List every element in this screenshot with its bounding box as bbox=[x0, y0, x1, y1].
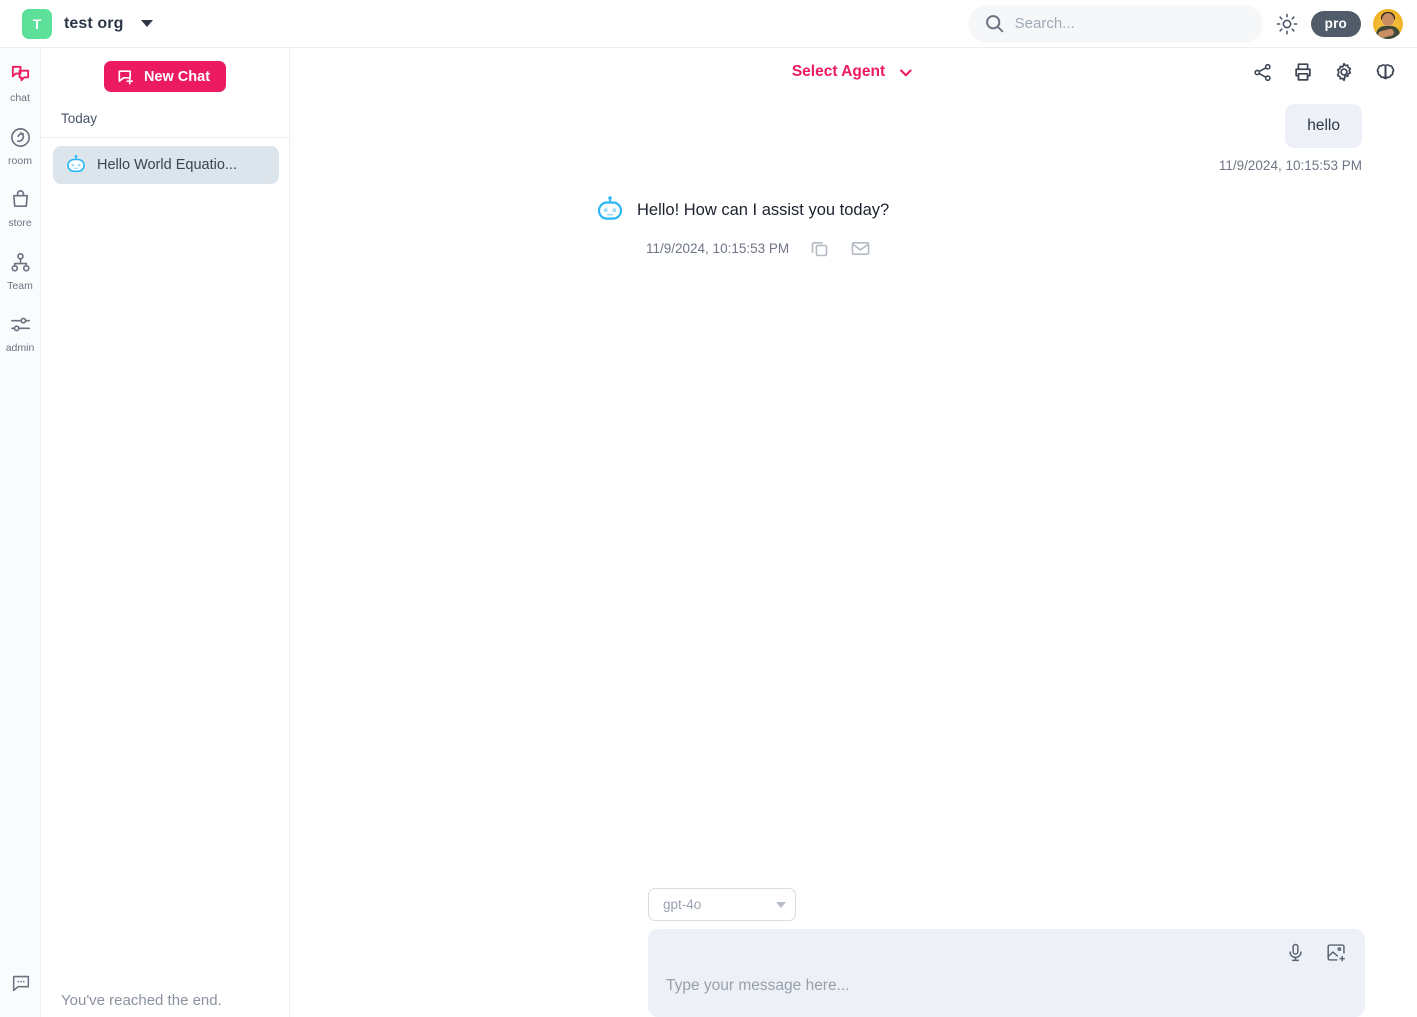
sidebar-item-chat[interactable]: chat bbox=[0, 63, 41, 105]
sidebar-item-admin-label: admin bbox=[5, 342, 35, 355]
sidebar-item-store-label: store bbox=[8, 217, 32, 230]
composer: gpt-4o Type your message here... bbox=[290, 888, 1417, 1017]
sidebar-item-store[interactable]: store bbox=[0, 188, 41, 230]
end-of-list-note: You've reached the end. bbox=[61, 992, 222, 1009]
print-icon[interactable] bbox=[1292, 61, 1314, 83]
gear-icon[interactable] bbox=[1333, 61, 1355, 83]
sidebar-item-admin[interactable]: admin bbox=[0, 313, 41, 355]
team-icon bbox=[9, 251, 32, 279]
model-selector-value: gpt-4o bbox=[663, 897, 702, 912]
sidebar-item-chat-label: chat bbox=[10, 92, 30, 104]
sidebar-item-room-label: room bbox=[8, 154, 32, 167]
org-switcher[interactable]: T test org bbox=[22, 8, 154, 39]
list-item[interactable]: Hello World Equatio... bbox=[53, 146, 279, 184]
robot-icon bbox=[595, 195, 625, 225]
new-chat-row: New Chat bbox=[41, 48, 289, 103]
message-input-placeholder[interactable]: Type your message here... bbox=[666, 977, 850, 995]
topbar: T test org Search... pro bbox=[0, 0, 1417, 48]
chevron-down-icon bbox=[896, 63, 915, 82]
message-assistant: Hello! How can I assist you today? 11/9/… bbox=[345, 195, 1362, 259]
message-list[interactable]: hello 11/9/2024, 10:15:53 PM Hello! How … bbox=[290, 96, 1417, 888]
caret-down-icon[interactable] bbox=[141, 20, 154, 27]
message-user: hello 11/9/2024, 10:15:53 PM bbox=[345, 104, 1362, 173]
sun-icon[interactable] bbox=[1275, 12, 1299, 36]
org-avatar: T bbox=[22, 8, 52, 39]
caret-down-icon bbox=[776, 901, 786, 908]
sidebar-item-team-label: Team bbox=[7, 279, 33, 292]
message-timestamp: 11/9/2024, 10:15:53 PM bbox=[646, 241, 790, 256]
share-icon[interactable] bbox=[1252, 62, 1273, 83]
room-icon bbox=[9, 126, 32, 154]
avatar-head bbox=[1382, 13, 1394, 27]
app-root: T test org Search... pro chat room store… bbox=[0, 0, 1417, 1017]
robot-icon bbox=[65, 154, 87, 176]
sidebar-item-room[interactable]: room bbox=[0, 126, 41, 168]
new-chat-label: New Chat bbox=[143, 68, 211, 85]
left-rail: chat room store Team admin bbox=[0, 48, 41, 1017]
microphone-icon[interactable] bbox=[1285, 942, 1306, 963]
select-agent-label: Select Agent bbox=[791, 63, 886, 80]
org-name: test org bbox=[64, 14, 124, 32]
sidebar-item-team[interactable]: Team bbox=[0, 251, 41, 293]
message-bubble: hello bbox=[1285, 104, 1362, 148]
conversation-scroll[interactable]: Hello World Equatio... bbox=[41, 138, 289, 992]
chat-icon bbox=[9, 63, 32, 91]
conversation-sidebar: New Chat Today Hello World Equatio... Yo… bbox=[41, 48, 290, 1017]
main-panel: Select Agent hello 11/9/2024, 10:15:53 P… bbox=[290, 48, 1417, 1017]
composer-actions bbox=[1285, 942, 1347, 963]
body: chat room store Team admin New Chat Toda… bbox=[0, 48, 1417, 1017]
image-plus-icon[interactable] bbox=[1326, 942, 1347, 963]
list-item-title: Hello World Equatio... bbox=[97, 157, 237, 173]
model-selector[interactable]: gpt-4o bbox=[648, 888, 796, 921]
copy-icon[interactable] bbox=[809, 238, 830, 259]
main-header: Select Agent bbox=[290, 48, 1417, 96]
chat-plus-icon bbox=[116, 67, 136, 87]
assistant-line: Hello! How can I assist you today? bbox=[595, 195, 1362, 225]
search-box[interactable] bbox=[967, 4, 1263, 43]
search-input[interactable] bbox=[1014, 15, 1247, 32]
assistant-message-text: Hello! How can I assist you today? bbox=[637, 200, 890, 219]
support-button[interactable] bbox=[0, 972, 41, 999]
topbar-right: pro bbox=[967, 4, 1403, 43]
message-input-container[interactable]: Type your message here... bbox=[648, 929, 1365, 1017]
message-dots-icon bbox=[10, 972, 32, 999]
message-timestamp: 11/9/2024, 10:15:53 PM bbox=[1218, 158, 1362, 173]
conversation-group-label: Today bbox=[41, 103, 289, 138]
new-chat-button[interactable]: New Chat bbox=[103, 61, 227, 92]
assistant-message-meta: 11/9/2024, 10:15:53 PM bbox=[595, 238, 1362, 259]
avatar[interactable] bbox=[1373, 8, 1403, 39]
pro-badge[interactable]: pro bbox=[1310, 10, 1361, 37]
main-header-actions bbox=[1252, 61, 1397, 84]
select-agent-dropdown[interactable]: Select Agent bbox=[792, 63, 915, 82]
sliders-icon bbox=[9, 313, 32, 341]
brain-icon[interactable] bbox=[1374, 61, 1397, 84]
store-icon bbox=[9, 188, 32, 216]
search-icon bbox=[984, 13, 1005, 34]
mail-icon[interactable] bbox=[850, 238, 871, 259]
